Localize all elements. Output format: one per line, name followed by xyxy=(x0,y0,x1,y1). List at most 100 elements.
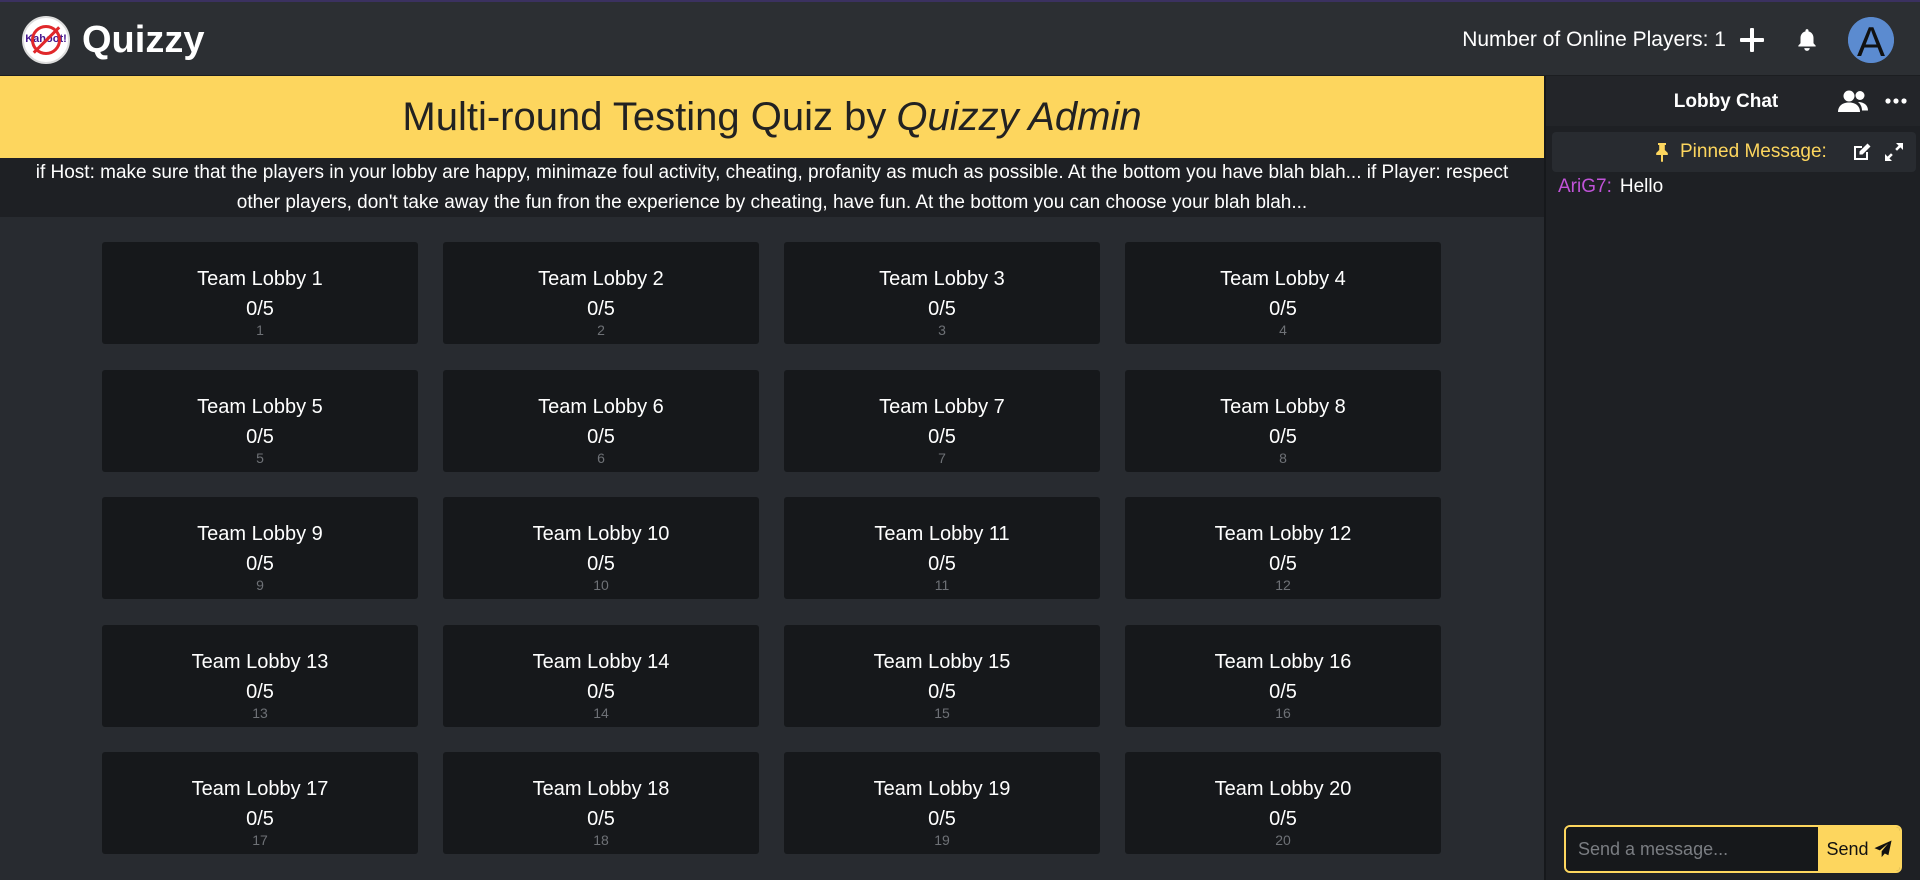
lobby-player-count: 0/5 xyxy=(587,553,615,575)
team-lobby-card[interactable]: Team Lobby 15 0/5 15 xyxy=(784,624,1100,727)
team-lobby-card[interactable]: Team Lobby 9 0/5 9 xyxy=(102,497,418,599)
lobby-name: Team Lobby 8 xyxy=(1220,395,1346,418)
lobby-index: 8 xyxy=(1279,449,1287,466)
lobby-player-count: 0/5 xyxy=(246,425,274,448)
lobby-index: 5 xyxy=(256,449,264,466)
chat-message: AriG7: Hello xyxy=(1558,176,1663,198)
team-lobby-card[interactable]: Team Lobby 7 0/5 7 xyxy=(784,369,1100,472)
send-button-label: Send xyxy=(1826,838,1869,859)
team-lobby-card[interactable]: Team Lobby 14 0/5 14 xyxy=(443,624,759,727)
lobby-player-count: 0/5 xyxy=(1269,808,1297,830)
lobby-name: Team Lobby 6 xyxy=(538,395,664,418)
lobby-index: 7 xyxy=(938,449,946,466)
top-navbar: Kahoot! Quizzy Number of Online Players:… xyxy=(0,0,1920,76)
team-lobby-card[interactable]: Team Lobby 12 0/5 12 xyxy=(1125,497,1441,599)
team-lobby-card[interactable]: Team Lobby 2 0/5 2 xyxy=(443,242,759,344)
team-lobby-card[interactable]: Team Lobby 1 0/5 1 xyxy=(102,242,418,344)
lobby-index: 3 xyxy=(938,322,946,338)
team-lobby-card[interactable]: Team Lobby 3 0/5 3 xyxy=(784,242,1100,344)
lobby-player-count: 0/5 xyxy=(928,680,956,703)
lobby-name: Team Lobby 15 xyxy=(873,650,1011,673)
lobby-player-count: 0/5 xyxy=(1269,425,1297,448)
quiz-author: Quizzy Admin xyxy=(896,94,1142,139)
chat-message-username[interactable]: AriG7: xyxy=(1558,176,1612,197)
lobby-name: Team Lobby 12 xyxy=(1214,523,1352,545)
more-options-icon[interactable] xyxy=(1884,89,1908,113)
lobby-index: 9 xyxy=(256,577,264,593)
team-lobby-card[interactable]: Team Lobby 10 0/5 10 xyxy=(443,497,759,599)
lobby-index: 17 xyxy=(252,832,268,848)
lobby-player-count: 0/5 xyxy=(587,808,615,830)
team-lobby-card[interactable]: Team Lobby 5 0/5 5 xyxy=(102,369,418,472)
bell-icon[interactable] xyxy=(1794,27,1820,53)
lobby-name: Team Lobby 20 xyxy=(1214,778,1352,800)
lobby-player-count: 0/5 xyxy=(246,553,274,575)
lobby-name: Team Lobby 18 xyxy=(532,778,670,800)
pinned-message-label: Pinned Message: xyxy=(1680,141,1827,162)
chat-message-text: Hello xyxy=(1619,176,1664,197)
chat-send-form: Send xyxy=(1564,825,1902,873)
lobby-index: 6 xyxy=(597,449,605,466)
lobby-index: 1 xyxy=(256,322,264,338)
lobby-name: Team Lobby 11 xyxy=(874,523,1010,545)
lobby-player-count: 0/5 xyxy=(246,808,274,830)
lobby-name: Team Lobby 7 xyxy=(879,395,1005,418)
team-lobby-card[interactable]: Team Lobby 20 0/5 20 xyxy=(1125,752,1441,854)
team-lobby-card[interactable]: Team Lobby 16 0/5 16 xyxy=(1125,624,1441,727)
app-logo: Kahoot! xyxy=(22,16,70,64)
team-lobby-card[interactable]: Team Lobby 8 0/5 8 xyxy=(1125,369,1441,472)
lobby-name: Team Lobby 16 xyxy=(1214,650,1352,673)
lobby-index: 18 xyxy=(593,832,609,848)
lobby-chat-panel: Lobby Chat Pinned Message: AriG7: Hello xyxy=(1544,76,1920,880)
lobby-player-count: 0/5 xyxy=(928,298,956,320)
pin-icon xyxy=(1656,143,1668,162)
pinned-message-bar: Pinned Message: xyxy=(1552,132,1916,172)
lobby-player-count: 0/5 xyxy=(246,298,274,320)
team-lobby-card[interactable]: Team Lobby 11 0/5 11 xyxy=(784,497,1100,599)
chat-message-input[interactable] xyxy=(1566,827,1818,871)
lobby-name: Team Lobby 13 xyxy=(191,650,329,673)
team-lobby-card[interactable]: Team Lobby 18 0/5 18 xyxy=(443,752,759,854)
avatar-letter: A xyxy=(1857,18,1885,63)
send-button[interactable]: Send xyxy=(1818,827,1900,871)
lobby-index: 4 xyxy=(1279,322,1287,338)
plus-icon[interactable] xyxy=(1740,28,1764,52)
lobby-index: 12 xyxy=(1275,577,1291,593)
team-lobby-card[interactable]: Team Lobby 13 0/5 13 xyxy=(102,624,418,727)
lobby-name: Team Lobby 14 xyxy=(532,650,670,673)
chat-header: Lobby Chat xyxy=(1546,76,1920,126)
app-name: Quizzy xyxy=(82,18,205,61)
team-lobby-card[interactable]: Team Lobby 6 0/5 6 xyxy=(443,369,759,472)
lobby-index: 20 xyxy=(1275,832,1291,848)
lobby-name: Team Lobby 1 xyxy=(197,268,323,290)
edit-icon[interactable] xyxy=(1852,142,1872,162)
lobby-player-count: 0/5 xyxy=(587,298,615,320)
avatar[interactable]: A xyxy=(1848,17,1894,63)
lobby-player-count: 0/5 xyxy=(1269,680,1297,703)
lobby-index: 16 xyxy=(1275,704,1291,721)
lobby-player-count: 0/5 xyxy=(587,680,615,703)
lobby-player-count: 0/5 xyxy=(246,680,274,703)
lobby-player-count: 0/5 xyxy=(1269,553,1297,575)
lobby-index: 14 xyxy=(593,704,609,721)
lobby-name: Team Lobby 17 xyxy=(191,778,329,800)
lobby-player-count: 0/5 xyxy=(928,425,956,448)
team-lobby-card[interactable]: Team Lobby 4 0/5 4 xyxy=(1125,242,1441,344)
brand[interactable]: Kahoot! Quizzy xyxy=(22,16,204,64)
quiz-title-banner: Multi-round Testing Quiz by Quizzy Admin xyxy=(0,76,1544,158)
team-lobby-card[interactable]: Team Lobby 17 0/5 17 xyxy=(102,752,418,854)
lobby-name: Team Lobby 2 xyxy=(538,268,664,290)
lobby-player-count: 0/5 xyxy=(928,808,956,830)
lobby-name: Team Lobby 4 xyxy=(1220,268,1346,290)
team-lobby-card[interactable]: Team Lobby 19 0/5 19 xyxy=(784,752,1100,854)
lobby-index: 11 xyxy=(934,577,950,593)
lobby-player-count: 0/5 xyxy=(1269,298,1297,320)
online-players-count: Number of Online Players: 1 xyxy=(1462,28,1726,51)
lobby-name: Team Lobby 19 xyxy=(873,778,1011,800)
lobby-name: Team Lobby 10 xyxy=(532,523,670,545)
expand-icon[interactable] xyxy=(1884,142,1904,162)
lobby-index: 19 xyxy=(934,832,950,848)
users-icon[interactable] xyxy=(1838,89,1868,113)
lobby-name: Team Lobby 3 xyxy=(879,268,1005,290)
lobby-player-count: 0/5 xyxy=(928,553,956,575)
